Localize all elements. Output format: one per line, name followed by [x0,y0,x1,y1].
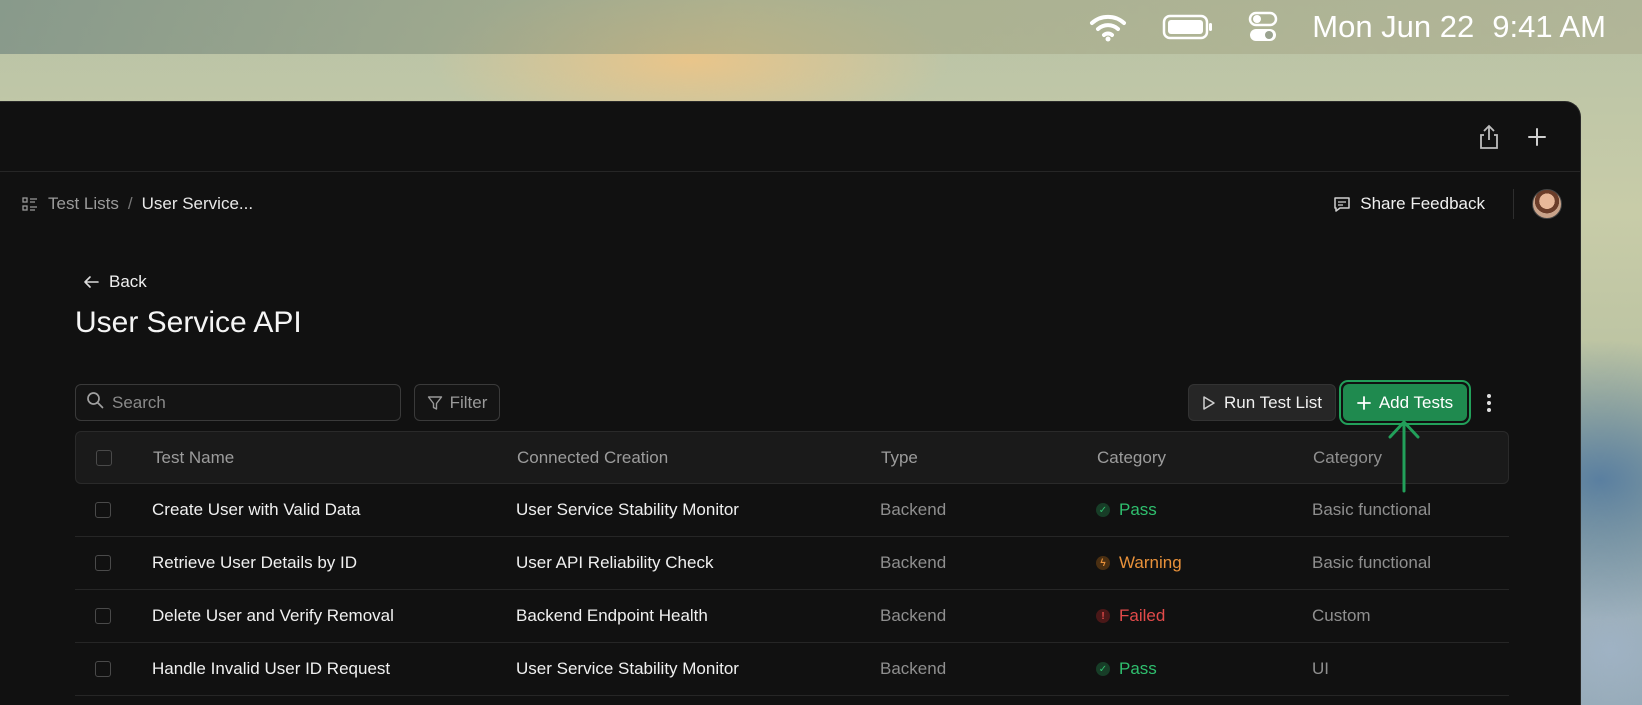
select-all-checkbox[interactable] [96,449,112,466]
column-header-status[interactable]: Category [1097,448,1313,468]
column-header-connected-creation[interactable]: Connected Creation [517,448,881,468]
menubar-date[interactable]: Mon Jun 22 [1312,9,1474,45]
test-name[interactable]: Create User with Valid Data [152,500,516,520]
breadcrumb-root[interactable]: Test Lists [48,194,119,214]
table-header: Test Name Connected Creation Type Catego… [75,431,1509,484]
row-select-cell [75,608,152,624]
row-select-cell [75,661,152,677]
breadcrumb: Test Lists / User Service... [22,194,253,214]
row-checkbox[interactable] [95,661,111,677]
select-all-cell [76,449,153,466]
breadcrumb-current: User Service... [141,194,254,213]
row-checkbox[interactable] [95,555,111,571]
wifi-icon[interactable] [1088,12,1128,42]
connected-creation[interactable]: User Service Stability Monitor [516,659,880,679]
back-button[interactable]: Back [83,272,1509,292]
test-name[interactable]: Delete User and Verify Removal [152,606,516,626]
test-type: Backend [880,659,947,678]
test-type: Backend [880,500,947,519]
share-icon[interactable] [1474,122,1504,152]
status-badge: ! Failed [1096,606,1312,626]
search-input[interactable] [112,392,382,413]
message-icon [1333,195,1351,213]
table-row[interactable]: Create User with Valid Data User Service… [75,484,1509,537]
row-select-cell [75,502,152,518]
status-badge: ✓ Pass [1096,659,1312,679]
arrow-left-icon [83,275,99,289]
search-box[interactable] [75,384,401,421]
share-feedback-label: Share Feedback [1360,194,1485,213]
lightning-icon: ϟ [1096,556,1110,570]
annotation-arrow-icon [1388,420,1420,493]
test-category: UI [1312,659,1329,678]
status-label: Warning [1119,553,1182,572]
header-divider [1513,189,1514,219]
status-badge: ϟ Warning [1096,553,1312,573]
table-row[interactable]: Delete User and Verify Removal Backend E… [75,590,1509,643]
page-title: User Service API [75,306,302,339]
breadcrumb-separator: / [127,194,133,213]
test-type: Backend [880,553,947,572]
menu-bar: Mon Jun 22 9:41 AM [0,0,1642,54]
share-feedback-button[interactable]: Share Feedback [1333,194,1485,214]
test-name[interactable]: Handle Invalid User ID Request [152,659,516,679]
battery-icon[interactable] [1162,14,1214,40]
plus-icon [1356,395,1371,410]
more-options-icon[interactable] [1477,384,1501,421]
column-header-type[interactable]: Type [881,448,1097,468]
title-bar [0,102,1580,172]
check-icon: ✓ [1096,503,1110,517]
connected-creation[interactable]: User API Reliability Check [516,553,880,573]
search-icon [86,391,104,414]
row-checkbox[interactable] [95,608,111,624]
check-icon: ✓ [1096,662,1110,676]
run-test-list-button[interactable]: Run Test List [1188,384,1336,421]
test-name[interactable]: Retrieve User Details by ID [152,553,516,573]
status-label: Pass [1119,500,1157,519]
breadcrumb-bar: Test Lists / User Service... Share Feedb… [0,172,1580,236]
play-icon [1202,395,1216,411]
table-row[interactable]: Handle Invalid User ID Request User Serv… [75,643,1509,696]
test-category: Basic functional [1312,500,1432,519]
status-label: Failed [1119,606,1166,625]
column-header-test-name[interactable]: Test Name [153,448,517,468]
control-center-icon[interactable] [1248,11,1278,43]
list-icon [22,197,38,211]
filter-icon [427,395,443,411]
filter-label: Filter [449,392,488,412]
connected-creation[interactable]: User Service Stability Monitor [516,500,880,520]
connected-creation[interactable]: Backend Endpoint Health [516,606,880,626]
run-test-list-label: Run Test List [1224,392,1322,412]
status-badge: ✓ Pass [1096,500,1312,520]
menubar-time[interactable]: 9:41 AM [1492,9,1606,45]
avatar[interactable] [1532,189,1562,219]
back-label: Back [109,272,147,291]
toolbar: Filter Run Test List Add Test [75,380,1509,425]
row-select-cell [75,555,152,571]
alert-icon: ! [1096,609,1110,623]
test-type: Backend [880,606,947,625]
add-tests-label: Add Tests [1378,392,1454,412]
filter-button[interactable]: Filter [414,384,500,421]
test-category: Basic functional [1312,553,1432,572]
plus-icon[interactable] [1522,122,1552,152]
tests-table: Test Name Connected Creation Type Catego… [75,431,1509,696]
status-label: Pass [1119,659,1157,678]
table-row[interactable]: Retrieve User Details by ID User API Rel… [75,537,1509,590]
add-tests-button[interactable]: Add Tests [1343,384,1467,421]
main-content: Back User Service API Filter [75,272,1509,425]
test-category: Custom [1312,606,1371,625]
row-checkbox[interactable] [95,502,111,518]
